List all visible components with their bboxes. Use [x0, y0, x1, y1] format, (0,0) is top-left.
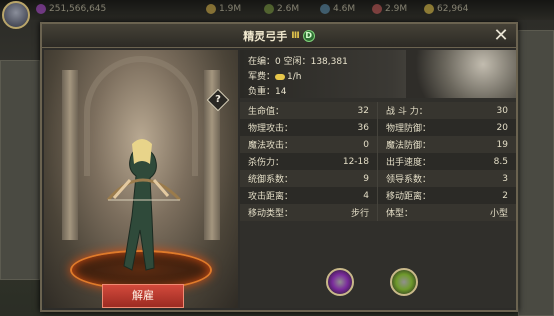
- close-icon[interactable]: ✕: [492, 27, 510, 45]
- unit-info-panel: 在编：0 空闲：138,381 军费： 1/h 负重：14 生命值： 32 战 斗…: [240, 50, 516, 308]
- stat-label: 统御系数：: [248, 175, 294, 185]
- stat-cell-right: 战 斗 力： 30: [378, 102, 516, 119]
- stat-label: 出手速度：: [386, 158, 432, 168]
- upkeep-label: 军费：: [248, 72, 276, 82]
- wood-count: 2.6M: [277, 4, 300, 14]
- stat-value: 19: [496, 139, 508, 150]
- stat-value: 4: [363, 190, 369, 201]
- stat-value: 30: [496, 105, 508, 116]
- coin-icon: [275, 74, 286, 80]
- resource-stone: 4.6M: [320, 4, 355, 14]
- load-line: 负重：14: [248, 87, 287, 97]
- unit-summary: 在编：0 空闲：138,381 军费： 1/h 负重：14: [240, 50, 516, 98]
- help-label: ?: [215, 94, 221, 105]
- status-line: 在编：0 空闲：138,381: [248, 57, 348, 67]
- pillar-left: [62, 70, 78, 240]
- purple-skill-icon[interactable]: [326, 268, 354, 296]
- stats-table: 生命值： 32 战 斗 力： 30 物理攻击： 36 物理防御： 20 魔法攻击…: [240, 102, 516, 221]
- stat-value: 9: [363, 173, 369, 184]
- stat-label: 杀伤力：: [248, 158, 285, 168]
- gem-counter: 251,566,645: [36, 4, 106, 14]
- iron-icon: [372, 4, 382, 14]
- stat-label: 物理攻击：: [248, 124, 294, 134]
- stat-value: 2: [502, 190, 508, 201]
- stat-cell-right: 出手速度： 8.5: [378, 153, 516, 170]
- stat-row: 统御系数： 9 领导系数： 3: [240, 170, 516, 187]
- stat-cell-right: 物理防御： 20: [378, 119, 516, 136]
- resource-food: 1.9M: [206, 4, 241, 14]
- resource-wood: 2.6M: [264, 4, 299, 14]
- stat-row: 杀伤力： 12-18 出手速度： 8.5: [240, 153, 516, 170]
- upkeep-value: 1/h: [287, 72, 302, 82]
- stat-row: 攻击距离： 4 移动距离： 2: [240, 187, 516, 204]
- dialog-title-bar: 精灵弓手 Ⅲ D: [42, 24, 516, 48]
- food-count: 1.9M: [219, 4, 242, 14]
- stat-cell-left: 移动类型： 步行: [240, 204, 378, 221]
- wood-icon: [264, 4, 274, 14]
- stat-label: 移动类型：: [248, 209, 294, 219]
- stat-row: 生命值： 32 战 斗 力： 30: [240, 102, 516, 119]
- resource-iron: 2.9M: [372, 4, 407, 14]
- stat-cell-left: 物理攻击： 36: [240, 119, 378, 136]
- tier-badge: D: [302, 29, 315, 42]
- skills-row: [240, 262, 516, 306]
- stat-value: 步行: [350, 209, 369, 219]
- resource-gold: 62,964: [424, 4, 469, 14]
- stat-value: 3: [502, 173, 508, 184]
- stat-cell-right: 领导系数： 3: [378, 170, 516, 187]
- background-city-right: [518, 30, 554, 316]
- dismiss-button[interactable]: 解雇: [102, 284, 184, 308]
- unit-portrait: ? 解雇: [44, 50, 238, 308]
- stone-count: 4.6M: [333, 4, 356, 14]
- gem-count: 251,566,645: [49, 4, 107, 14]
- stat-label: 战 斗 力：: [386, 107, 428, 117]
- stat-value: 32: [357, 105, 369, 116]
- unit-info-dialog: 精灵弓手 Ⅲ D ✕ ? 解雇 在编：0 空闲：138,381 军费： 1/h …: [40, 22, 518, 312]
- stat-cell-left: 杀伤力： 12-18: [240, 153, 378, 170]
- stat-label: 移动距离：: [386, 192, 432, 202]
- stat-cell-left: 攻击距离： 4: [240, 187, 378, 204]
- stat-value: 0: [363, 139, 369, 150]
- gold-count: 62,964: [437, 4, 469, 14]
- stat-label: 魔法防御：: [386, 141, 432, 151]
- elf-archer-figure: [106, 139, 182, 271]
- stat-label: 魔法攻击：: [248, 141, 294, 151]
- stat-cell-right: 移动距离： 2: [378, 187, 516, 204]
- stat-value: 36: [357, 122, 369, 133]
- rank-badge: Ⅲ: [291, 30, 299, 41]
- stat-label: 攻击距离：: [248, 192, 294, 202]
- stat-value: 8.5: [493, 156, 508, 167]
- knight-background-art: [406, 50, 516, 98]
- stat-row: 物理攻击： 36 物理防御： 20: [240, 119, 516, 136]
- stone-icon: [320, 4, 330, 14]
- green-skill-icon[interactable]: [390, 268, 418, 296]
- unit-name: 精灵弓手: [243, 29, 288, 43]
- game-screen: 251,566,645 1.9M 2.6M 4.6M 2.9M 62,964 精…: [0, 0, 554, 316]
- stat-cell-left: 统御系数： 9: [240, 170, 378, 187]
- stat-cell-right: 魔法防御： 19: [378, 136, 516, 153]
- stat-cell-left: 魔法攻击： 0: [240, 136, 378, 153]
- resource-bar: 251,566,645 1.9M 2.6M 4.6M 2.9M 62,964: [0, 0, 554, 20]
- stat-row: 移动类型： 步行 体型： 小型: [240, 204, 516, 221]
- stat-cell-left: 生命值： 32: [240, 102, 378, 119]
- stat-label: 物理防御：: [386, 124, 432, 134]
- stat-row: 魔法攻击： 0 魔法防御： 19: [240, 136, 516, 153]
- gem-icon: [36, 4, 46, 14]
- player-avatar[interactable]: [2, 1, 30, 29]
- background-city: [0, 60, 40, 280]
- stat-cell-right: 体型： 小型: [378, 204, 516, 221]
- stat-value: 小型: [489, 209, 508, 219]
- stat-value: 20: [496, 122, 508, 133]
- iron-count: 2.9M: [385, 4, 408, 14]
- stat-label: 领导系数：: [386, 175, 432, 185]
- stat-value: 12-18: [342, 156, 369, 167]
- upkeep-line: 军费： 1/h: [248, 69, 301, 82]
- stat-label: 体型：: [386, 209, 414, 219]
- stat-label: 生命值：: [248, 107, 285, 117]
- gold-icon: [424, 4, 434, 14]
- food-icon: [206, 4, 216, 14]
